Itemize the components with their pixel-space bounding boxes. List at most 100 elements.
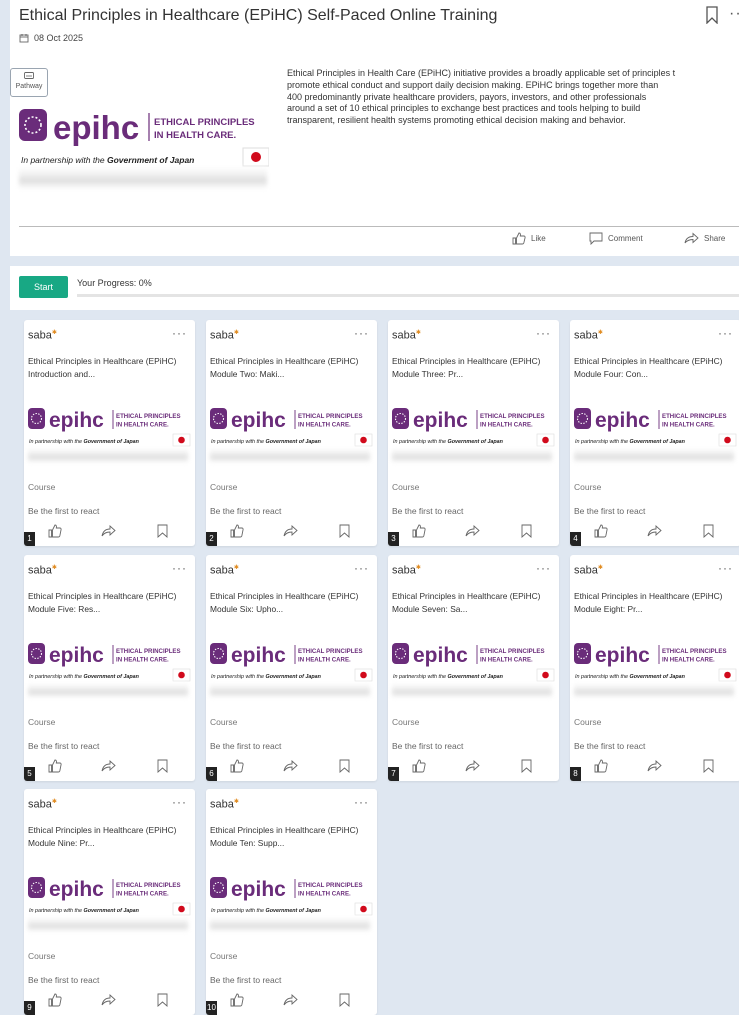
card-more-options-icon[interactable]: ···: [172, 795, 187, 809]
card-more-options-icon[interactable]: ···: [536, 326, 551, 340]
comment-action[interactable]: Comment: [589, 232, 643, 245]
share-arrow-icon[interactable]: [465, 524, 480, 538]
share-arrow-icon[interactable]: [101, 759, 116, 773]
card-more-options-icon[interactable]: ···: [718, 561, 733, 575]
course-card[interactable]: saba✱ ··· Ethical Principles in Healthca…: [206, 320, 377, 546]
svg-text:In partnership with the Govern: In partnership with the Government of Ja…: [29, 908, 140, 914]
course-title[interactable]: Ethical Principles in Healthcare (EPiHC)…: [28, 824, 190, 850]
thumbs-up-icon[interactable]: [48, 759, 62, 773]
share-arrow-icon[interactable]: [283, 993, 298, 1007]
course-title[interactable]: Ethical Principles in Healthcare (EPiHC)…: [210, 355, 372, 381]
progress-panel: Start Your Progress: 0%: [10, 266, 739, 310]
progress-bar: [77, 294, 739, 297]
bookmark-icon[interactable]: [157, 993, 168, 1007]
course-card[interactable]: saba✱ ··· Ethical Principles in Healthca…: [570, 555, 739, 781]
course-title[interactable]: Ethical Principles in Healthcare (EPiHC)…: [392, 355, 554, 381]
share-arrow-icon[interactable]: [465, 759, 480, 773]
pathway-label: Pathway: [15, 83, 43, 90]
japan-flag-icon: [536, 668, 555, 682]
share-arrow-icon: [684, 232, 699, 244]
card-more-options-icon[interactable]: ···: [354, 561, 369, 575]
course-type: Course: [210, 951, 238, 961]
more-options-icon[interactable]: ···: [729, 5, 739, 23]
card-more-options-icon[interactable]: ···: [354, 795, 369, 809]
course-title[interactable]: Ethical Principles in Healthcare (EPiHC)…: [210, 824, 372, 850]
bookmark-icon[interactable]: [339, 993, 350, 1007]
svg-text:IN HEALTH CARE.: IN HEALTH CARE.: [298, 657, 351, 664]
japan-flag-icon: [354, 668, 373, 682]
start-button[interactable]: Start: [19, 276, 68, 298]
provider-logo: saba✱: [392, 329, 421, 342]
card-more-options-icon[interactable]: ···: [172, 326, 187, 340]
course-number-badge: 9: [24, 1001, 35, 1015]
course-card[interactable]: saba✱ ··· Ethical Principles in Healthca…: [24, 555, 195, 781]
bookmark-icon[interactable]: [157, 759, 168, 773]
course-title[interactable]: Ethical Principles in Healthcare (EPiHC)…: [574, 590, 736, 616]
bookmark-icon[interactable]: [339, 759, 350, 773]
card-more-options-icon[interactable]: ···: [172, 561, 187, 575]
share-action[interactable]: Share: [684, 232, 725, 245]
thumbs-up-icon[interactable]: [230, 759, 244, 773]
course-card[interactable]: saba✱ ··· Ethical Principles in Healthca…: [24, 320, 195, 546]
logo-partnership: In partnership with the Government of Ja…: [21, 155, 194, 165]
thumbs-up-icon[interactable]: [230, 524, 244, 538]
course-card[interactable]: saba✱ ··· Ethical Principles in Healthca…: [206, 555, 377, 781]
card-more-options-icon[interactable]: ···: [354, 326, 369, 340]
bookmark-icon[interactable]: [339, 524, 350, 538]
share-arrow-icon[interactable]: [283, 524, 298, 538]
course-card[interactable]: saba✱ ··· Ethical Principles in Healthca…: [24, 789, 195, 1015]
divider: [19, 226, 739, 227]
share-arrow-icon[interactable]: [283, 759, 298, 773]
course-type: Course: [28, 717, 56, 727]
thumbnail-blurred-strip: [28, 448, 188, 463]
course-type: Course: [392, 717, 420, 727]
thumbs-up-icon[interactable]: [412, 524, 426, 538]
svg-text:epihc: epihc: [595, 644, 650, 667]
japan-flag-icon: [172, 902, 191, 916]
share-arrow-icon[interactable]: [101, 993, 116, 1007]
bookmark-icon[interactable]: [703, 759, 714, 773]
course-card[interactable]: saba✱ ··· Ethical Principles in Healthca…: [388, 555, 559, 781]
share-arrow-icon[interactable]: [647, 524, 662, 538]
course-title[interactable]: Ethical Principles in Healthcare (EPiHC)…: [28, 590, 190, 616]
course-card[interactable]: saba✱ ··· Ethical Principles in Healthca…: [206, 789, 377, 1015]
svg-text:In partnership with the Govern: In partnership with the Government of Ja…: [211, 439, 322, 445]
thumbs-up-icon[interactable]: [230, 993, 244, 1007]
course-title[interactable]: Ethical Principles in Healthcare (EPiHC)…: [28, 355, 190, 381]
provider-logo: saba✱: [392, 564, 421, 577]
date-row: 08 Oct 2025: [19, 33, 83, 43]
course-card[interactable]: saba✱ ··· Ethical Principles in Healthca…: [388, 320, 559, 546]
bookmark-icon[interactable]: [157, 524, 168, 538]
bookmark-icon[interactable]: [521, 524, 532, 538]
share-arrow-icon[interactable]: [647, 759, 662, 773]
course-title[interactable]: Ethical Principles in Healthcare (EPiHC)…: [574, 355, 736, 381]
card-more-options-icon[interactable]: ···: [536, 561, 551, 575]
svg-text:IN HEALTH CARE.: IN HEALTH CARE.: [480, 657, 533, 664]
share-arrow-icon[interactable]: [101, 524, 116, 538]
course-title[interactable]: Ethical Principles in Healthcare (EPiHC)…: [210, 590, 372, 616]
thumbs-up-icon[interactable]: [594, 524, 608, 538]
thumbs-up-icon[interactable]: [594, 759, 608, 773]
page-title: Ethical Principles in Healthcare (EPiHC)…: [19, 7, 498, 24]
thumbs-up-icon[interactable]: [412, 759, 426, 773]
stars-emblem-icon: [28, 643, 45, 664]
bookmark-icon[interactable]: [521, 759, 532, 773]
course-type: Course: [574, 482, 602, 492]
thumbs-up-icon[interactable]: [48, 524, 62, 538]
japan-flag-icon: [354, 902, 373, 916]
hero-blurred-strip: [19, 167, 267, 189]
card-more-options-icon[interactable]: ···: [718, 326, 733, 340]
course-card[interactable]: saba✱ ··· Ethical Principles in Healthca…: [570, 320, 739, 546]
bookmark-icon[interactable]: [704, 6, 720, 24]
svg-text:ETHICAL PRINCIPLES: ETHICAL PRINCIPLES: [116, 648, 181, 655]
course-number-badge: 3: [388, 532, 399, 546]
course-title[interactable]: Ethical Principles in Healthcare (EPiHC)…: [392, 590, 554, 616]
logo-tagline-1: ETHICAL PRINCIPLES: [154, 117, 255, 128]
thumbs-up-icon[interactable]: [48, 993, 62, 1007]
bookmark-icon[interactable]: [703, 524, 714, 538]
pathway-badge[interactable]: Pathway: [10, 68, 48, 97]
course-type: Course: [28, 482, 56, 492]
svg-text:In partnership with the Govern: In partnership with the Government of Ja…: [29, 674, 140, 680]
like-action[interactable]: Like: [512, 232, 546, 245]
comment-icon: [589, 232, 603, 245]
